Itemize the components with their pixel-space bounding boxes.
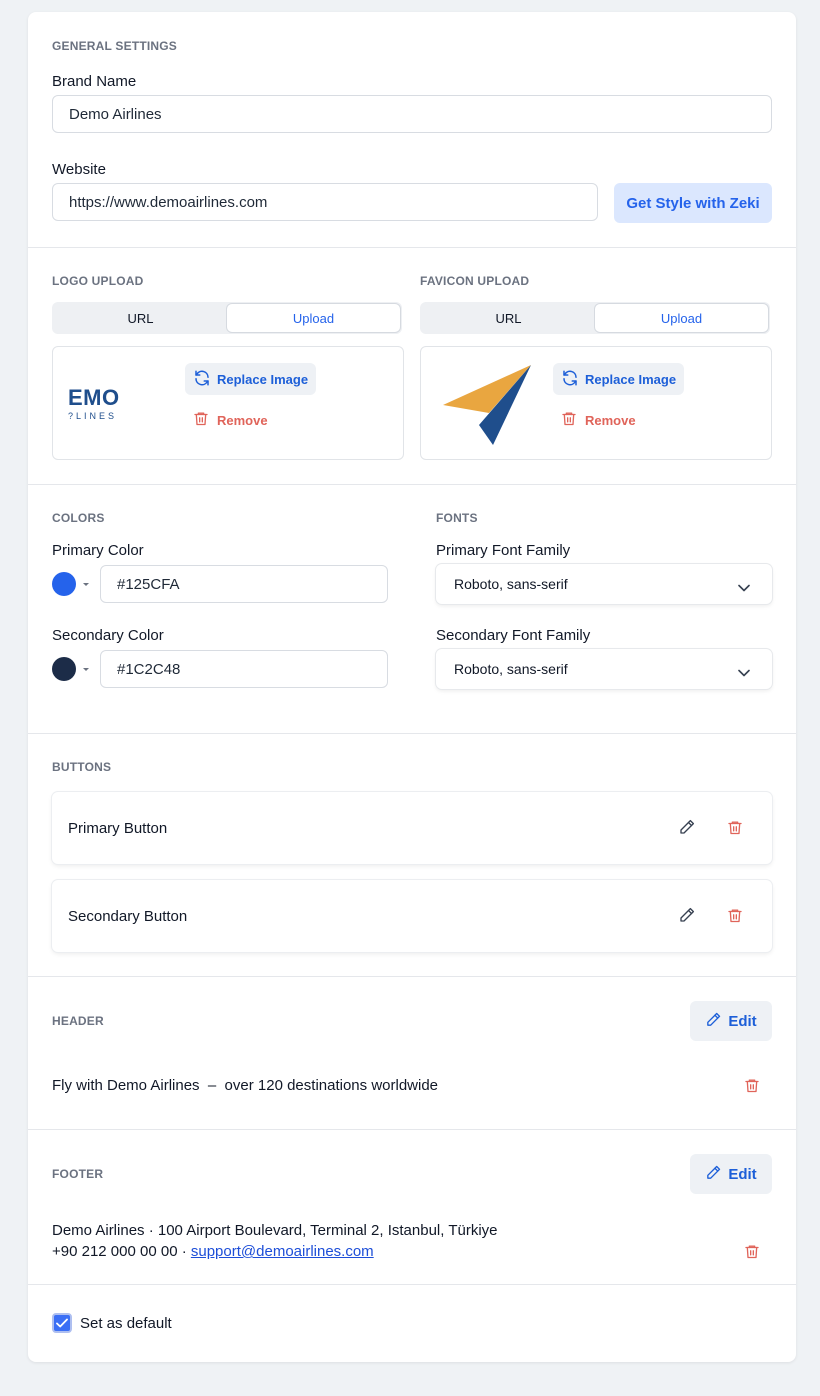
brand-settings-card: GENERAL SETTINGS Brand Name Demo Airline… <box>28 12 796 1362</box>
uploads-section: LOGO UPLOAD URL Upload EMO ?LINES Replac… <box>28 248 796 485</box>
footer-phone: +90 212 000 00 00 · <box>52 1243 191 1260</box>
header-text: Fly with Demo Airlines – over 120 destin… <box>52 1077 439 1094</box>
check-icon <box>56 1318 68 1328</box>
trash-icon <box>193 410 209 430</box>
colors-title: COLORS <box>52 511 105 525</box>
primary-color-input[interactable]: #125CFA <box>100 565 388 603</box>
secondary-color-swatch[interactable] <box>52 657 76 681</box>
pencil-icon <box>705 1164 722 1185</box>
logo-upload-title: LOGO UPLOAD <box>52 274 144 288</box>
favicon-upload-box: Replace Image Remove <box>420 346 772 460</box>
paper-plane-logo-icon <box>441 361 533 450</box>
favicon-remove-button[interactable]: Remove <box>561 410 636 430</box>
favicon-remove-label: Remove <box>585 412 636 428</box>
set-default-checkbox[interactable] <box>52 1313 72 1333</box>
support-email-link[interactable]: support@demoairlines.com <box>191 1243 374 1260</box>
fonts-title: FONTS <box>436 511 478 525</box>
refresh-icon <box>561 369 579 390</box>
logo-replace-label: Replace Image <box>217 371 309 387</box>
button-row-label: Secondary Button <box>68 908 188 925</box>
logo-source-toggle: URL Upload <box>52 302 402 334</box>
website-label: Website <box>52 161 106 178</box>
website-input[interactable]: https://www.demoairlines.com <box>52 183 598 221</box>
favicon-source-toggle: URL Upload <box>420 302 770 334</box>
button-row-label: Primary Button <box>68 820 168 837</box>
pencil-icon[interactable] <box>678 906 696 929</box>
favicon-replace-image-button[interactable]: Replace Image <box>553 363 685 395</box>
brand-name-label: Brand Name <box>52 73 137 90</box>
primary-color-label: Primary Color <box>52 542 144 559</box>
favicon-tab-url[interactable]: URL <box>422 304 595 332</box>
footer-title: FOOTER <box>52 1167 104 1181</box>
trash-icon[interactable] <box>744 1243 760 1265</box>
footer-edit-label: Edit <box>728 1165 757 1183</box>
colors-fonts-section: COLORS Primary Color #125CFA Secondary C… <box>28 485 796 734</box>
secondary-color-input[interactable]: #1C2C48 <box>100 650 388 688</box>
trash-icon[interactable] <box>727 819 743 841</box>
trash-icon <box>561 410 577 430</box>
general-settings-title: GENERAL SETTINGS <box>52 39 177 53</box>
logo-preview-text: EMO <box>68 385 120 410</box>
chevron-down-icon[interactable] <box>83 668 89 671</box>
general-settings-section: GENERAL SETTINGS Brand Name Demo Airline… <box>28 12 796 248</box>
primary-font-select[interactable]: Roboto, sans-serif <box>436 564 772 604</box>
logo-tab-url[interactable]: URL <box>54 304 227 332</box>
secondary-font-select[interactable]: Roboto, sans-serif <box>436 649 772 689</box>
secondary-font-label: Secondary Font Family <box>436 627 591 644</box>
logo-remove-button[interactable]: Remove <box>193 410 268 430</box>
brand-name-input[interactable]: Demo Airlines <box>52 95 772 133</box>
buttons-section: BUTTONS Primary Button Secondary Button <box>28 734 796 977</box>
refresh-icon <box>193 369 211 390</box>
header-section: HEADER Edit Fly with Demo Airlines – ove… <box>28 977 796 1130</box>
header-edit-label: Edit <box>728 1012 757 1030</box>
favicon-tab-upload[interactable]: Upload <box>595 304 768 332</box>
logo-preview: EMO ?LINES <box>68 385 120 422</box>
set-default-label[interactable]: Set as default <box>80 1315 172 1332</box>
button-row-primary: Primary Button <box>52 792 772 864</box>
header-edit-button[interactable]: Edit <box>690 1001 772 1041</box>
secondary-font-value: Roboto, sans-serif <box>454 661 568 677</box>
pencil-icon[interactable] <box>678 818 696 841</box>
footer-contact-line: +90 212 000 00 00 · support@demoairlines… <box>52 1243 374 1260</box>
logo-replace-image-button[interactable]: Replace Image <box>185 363 317 395</box>
pencil-icon <box>705 1011 722 1032</box>
footer-edit-button[interactable]: Edit <box>690 1154 772 1194</box>
logo-tab-upload[interactable]: Upload <box>227 304 400 332</box>
chevron-down-icon <box>738 664 750 680</box>
default-section: Set as default <box>28 1285 796 1362</box>
button-row-secondary: Secondary Button <box>52 880 772 952</box>
primary-color-swatch[interactable] <box>52 572 76 596</box>
secondary-color-label: Secondary Color <box>52 627 164 644</box>
chevron-down-icon <box>738 579 750 595</box>
header-title: HEADER <box>52 1014 104 1028</box>
footer-address-line: Demo Airlines · 100 Airport Boulevard, T… <box>52 1222 498 1239</box>
favicon-replace-label: Replace Image <box>585 371 677 387</box>
chevron-down-icon[interactable] <box>83 583 89 586</box>
trash-icon[interactable] <box>744 1077 760 1099</box>
primary-font-value: Roboto, sans-serif <box>454 576 568 592</box>
footer-section: FOOTER Edit Demo Airlines · 100 Airport … <box>28 1130 796 1285</box>
primary-font-label: Primary Font Family <box>436 542 571 559</box>
logo-upload-box: EMO ?LINES Replace Image Remove <box>52 346 404 460</box>
get-style-with-zeki-button[interactable]: Get Style with Zeki <box>614 183 772 223</box>
favicon-upload-title: FAVICON UPLOAD <box>420 274 530 288</box>
logo-preview-subtext: ?LINES <box>68 411 118 421</box>
buttons-title: BUTTONS <box>52 760 112 774</box>
logo-remove-label: Remove <box>217 412 268 428</box>
trash-icon[interactable] <box>727 907 743 929</box>
